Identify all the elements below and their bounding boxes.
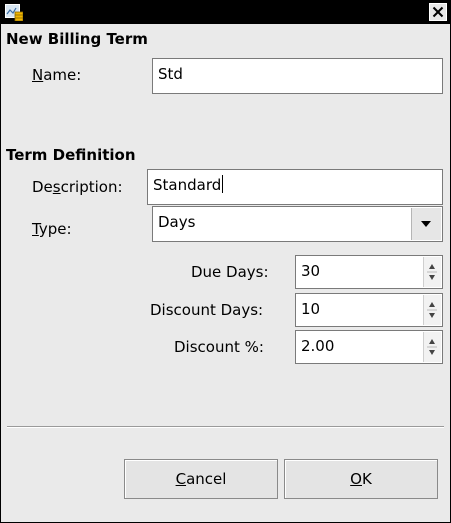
app-icon — [5, 4, 24, 22]
discount-days-label: Discount Days: — [150, 301, 264, 319]
button-separator — [7, 426, 444, 428]
due-days-value: 30 — [301, 262, 321, 280]
discount-days-spinbox[interactable]: 10 — [295, 293, 443, 327]
spin-arrows-icon — [424, 257, 441, 287]
due-days-spin-buttons[interactable] — [423, 257, 441, 287]
due-days-spinbox[interactable]: 30 — [295, 255, 443, 289]
new-billing-term-dialog: New Billing Term Name: Std Term Definiti… — [0, 0, 451, 523]
description-value: Standard — [153, 176, 222, 194]
ok-button[interactable]: OK — [284, 459, 438, 499]
cancel-button[interactable]: Cancel — [124, 459, 278, 499]
description-label: Description: — [32, 178, 123, 196]
description-input[interactable]: Standard — [147, 169, 443, 205]
type-label: Type: — [32, 220, 72, 238]
discount-percent-value: 2.00 — [301, 337, 335, 355]
spin-arrows-icon — [424, 295, 441, 325]
name-label: Name: — [32, 66, 82, 84]
type-dropdown-button[interactable] — [411, 208, 441, 240]
discount-days-spin-buttons[interactable] — [423, 295, 441, 325]
section-title-definition: Term Definition — [6, 146, 136, 164]
text-caret — [222, 175, 224, 193]
close-button[interactable] — [429, 3, 447, 21]
title-bar — [1, 1, 450, 24]
close-icon — [430, 4, 446, 20]
due-days-label: Due Days: — [191, 263, 269, 281]
name-value: Std — [158, 65, 183, 83]
discount-percent-spinbox[interactable]: 2.00 — [295, 330, 443, 364]
discount-percent-spin-buttons[interactable] — [423, 332, 441, 362]
spin-arrows-icon — [424, 332, 441, 362]
chevron-down-icon — [412, 208, 441, 238]
discount-days-value: 10 — [301, 300, 321, 318]
type-value: Days — [158, 213, 196, 231]
section-title-billing: New Billing Term — [6, 30, 148, 48]
discount-percent-label: Discount %: — [174, 338, 264, 356]
name-input[interactable]: Std — [152, 58, 443, 94]
type-select[interactable]: Days — [152, 206, 443, 242]
